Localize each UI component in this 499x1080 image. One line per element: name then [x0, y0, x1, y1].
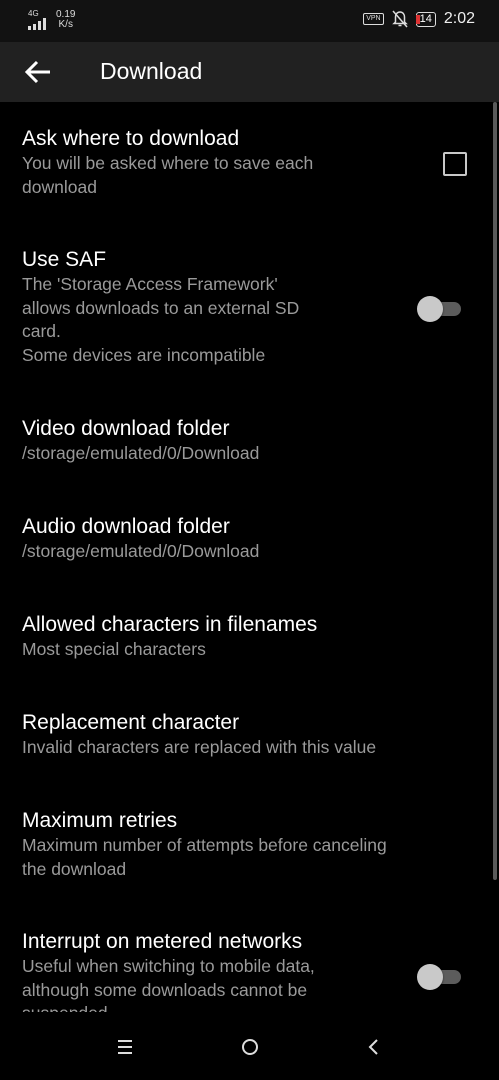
ask-where-checkbox[interactable]: [443, 152, 467, 176]
pref-summary: Useful when switching to mobile data, al…: [22, 956, 315, 1012]
switch-thumb: [417, 964, 443, 990]
signal-icon: [28, 18, 46, 30]
back-button[interactable]: [22, 58, 54, 86]
status-left: 4G 0.19 K/s: [28, 10, 75, 30]
pref-summary: /storage/emulated/0/Download: [22, 541, 260, 561]
pref-summary: You will be asked where to save each dow…: [22, 153, 314, 197]
pref-title: Interrupt on metered networks: [22, 930, 303, 953]
pref-summary: Invalid characters are replaced with thi…: [22, 737, 377, 757]
signal-group: 4G: [28, 10, 50, 30]
home-button[interactable]: [235, 1032, 265, 1062]
clock: 2:02: [443, 10, 475, 27]
notifications-off-icon: [391, 10, 408, 28]
battery-icon: 14: [415, 11, 436, 27]
network-speed: 0.19 K/s: [56, 10, 75, 30]
pref-summary: Most special characters: [22, 639, 206, 659]
use-saf-switch[interactable]: [417, 294, 461, 324]
scrollbar[interactable]: [493, 102, 497, 880]
status-bar: 4G 0.19 K/s VPN 14 2:02: [0, 0, 499, 42]
menu-button[interactable]: [110, 1032, 140, 1062]
battery-level: 14: [419, 12, 432, 25]
pref-title: Maximum retries: [22, 809, 178, 832]
arrow-left-icon: [24, 60, 50, 84]
pref-maximum-retries[interactable]: Maximum retries Maximum number of attemp…: [22, 808, 482, 881]
pref-interrupt-metered[interactable]: Interrupt on metered networks Useful whe…: [22, 929, 482, 1012]
page-title: Download: [100, 58, 203, 84]
pref-title: Use SAF: [22, 248, 107, 271]
pref-summary: Maximum number of attempts before cancel…: [22, 835, 387, 879]
home-icon: [242, 1039, 258, 1055]
pref-allowed-characters[interactable]: Allowed characters in filenames Most spe…: [22, 612, 482, 662]
pref-video-download-folder[interactable]: Video download folder /storage/emulated/…: [22, 416, 482, 466]
interrupt-metered-switch[interactable]: [417, 962, 461, 992]
pref-ask-where-to-download[interactable]: Ask where to download You will be asked …: [22, 126, 482, 199]
pref-title: Replacement character: [22, 711, 240, 734]
pref-title: Video download folder: [22, 417, 230, 440]
back-icon: [368, 1039, 378, 1055]
network-type: 4G: [28, 9, 39, 18]
pref-title: Ask where to download: [22, 127, 240, 150]
pref-summary: /storage/emulated/0/Download: [22, 443, 260, 463]
pref-title: Allowed characters in filenames: [22, 613, 318, 636]
app-bar: Download: [0, 42, 499, 102]
menu-icon: [118, 1040, 132, 1054]
pref-summary: The 'Storage Access Framework' allows do…: [22, 274, 300, 365]
vpn-icon: VPN: [363, 13, 384, 25]
speed-unit: K/s: [58, 19, 73, 30]
switch-thumb: [417, 296, 443, 322]
nav-back-button[interactable]: [359, 1032, 389, 1062]
pref-use-saf[interactable]: Use SAF The 'Storage Access Framework' a…: [22, 247, 482, 367]
navigation-bar: [0, 1012, 499, 1080]
pref-title: Audio download folder: [22, 515, 230, 538]
status-right: VPN 14 2:02: [363, 10, 475, 28]
pref-replacement-character[interactable]: Replacement character Invalid characters…: [22, 710, 482, 760]
pref-audio-download-folder[interactable]: Audio download folder /storage/emulated/…: [22, 514, 482, 564]
preferences-list: Ask where to download You will be asked …: [0, 102, 499, 1012]
